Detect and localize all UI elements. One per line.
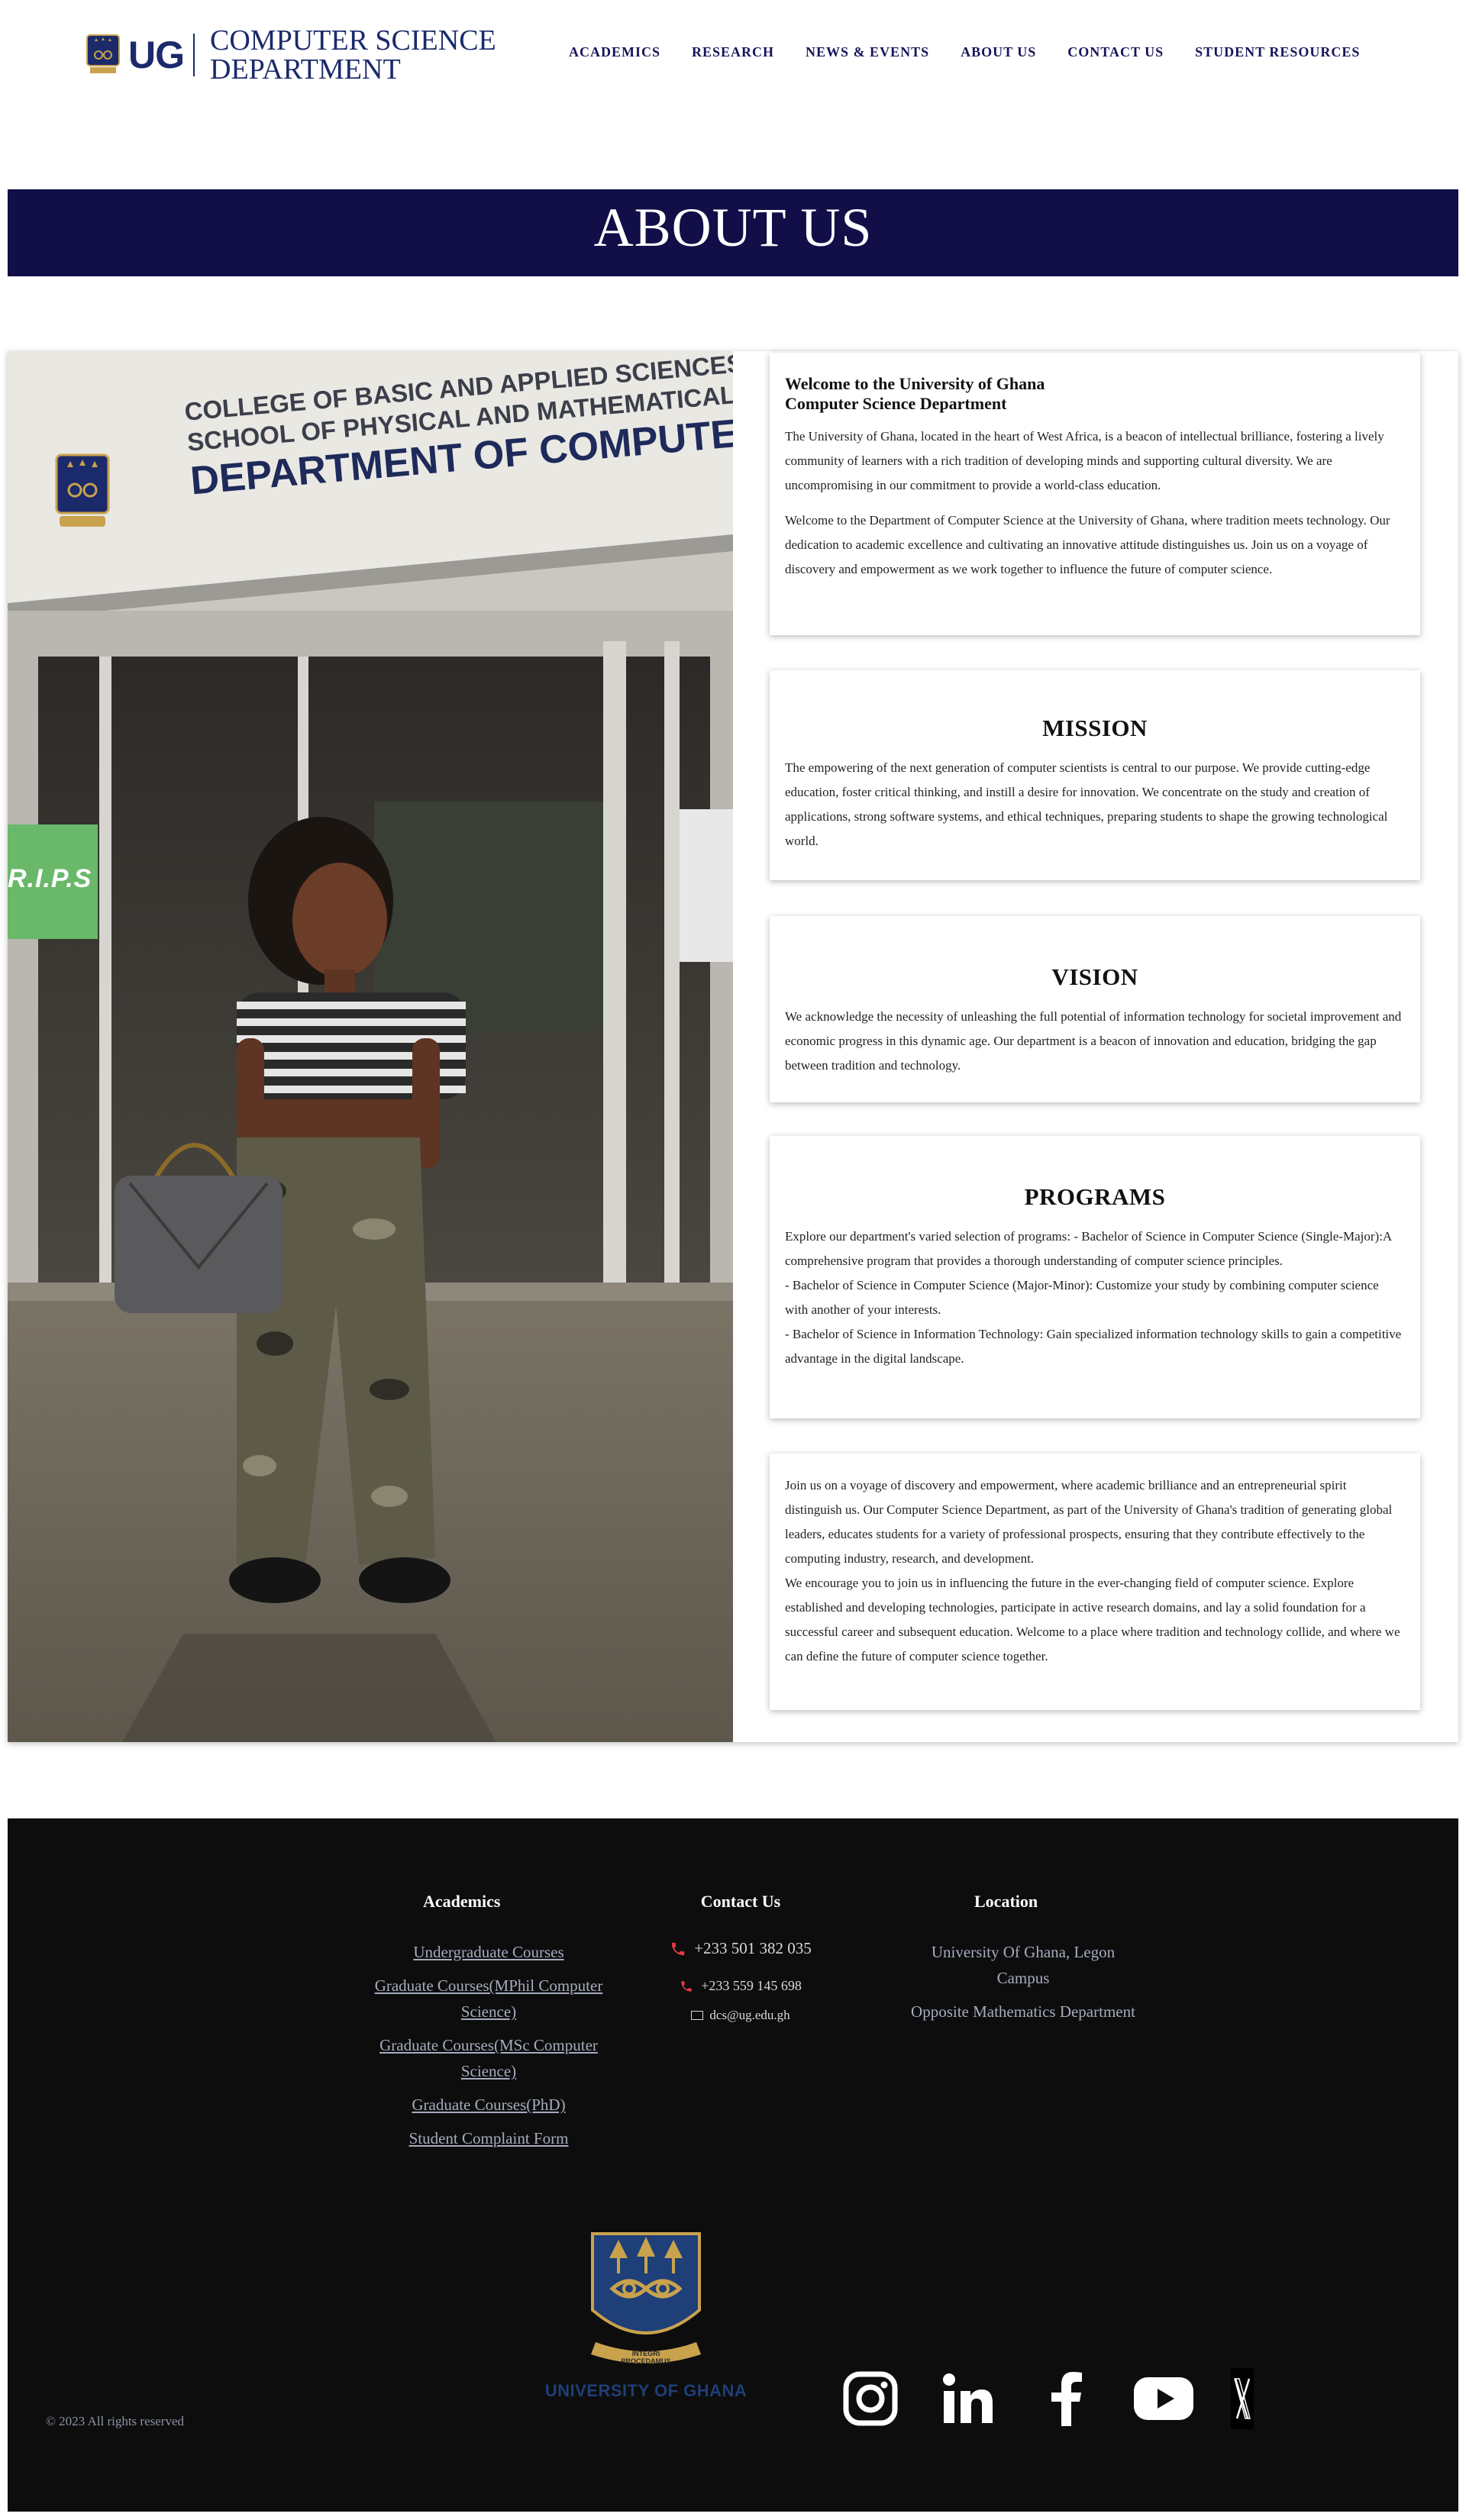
footer-phone-1[interactable]: +233 501 382 035 <box>649 1939 832 1958</box>
footer-email-address: dcs@ug.edu.gh <box>709 2008 790 2022</box>
footer-email[interactable]: dcs@ug.edu.gh <box>649 2008 832 2023</box>
footer-phone-1-number: +233 501 382 035 <box>694 1939 812 1957</box>
programs-title: PROGRAMS <box>1024 1183 1166 1210</box>
page-title: ABOUT US <box>593 197 873 258</box>
ug-crest-icon <box>86 34 120 73</box>
footer-location-title: Location <box>974 1892 1038 1911</box>
department-name-line1: COMPUTER SCIENCE <box>210 24 496 56</box>
footer-location-line1: University Of Ghana, Legon Campus <box>931 1943 1116 1987</box>
instagram-icon[interactable] <box>840 2368 901 2429</box>
department-photo-illustration <box>8 351 733 1742</box>
logo-divider <box>193 34 195 76</box>
nav-news-events[interactable]: NEWS & EVENTS <box>806 44 929 60</box>
nav-about-us[interactable]: ABOUT US <box>961 44 1036 60</box>
site-footer: Academics Undergraduate Courses Graduate… <box>8 1818 1458 2512</box>
closing-card: Join us on a voyage of discovery and emp… <box>770 1454 1420 1710</box>
footer-link-complaint-form[interactable]: Student Complaint Form <box>374 2125 603 2151</box>
footer-link-msc[interactable]: Graduate Courses(MSc Computer Science) <box>374 2032 603 2084</box>
department-name: COMPUTER SCIENCE DEPARTMENT <box>210 26 496 84</box>
phone-icon <box>671 1942 685 1955</box>
mission-text: The empowering of the next generation of… <box>785 760 1388 848</box>
x-icon[interactable] <box>1231 2368 1254 2429</box>
intro-paragraph-1: The University of Ghana, located in the … <box>785 429 1384 492</box>
mail-icon <box>691 2011 704 2020</box>
logo-ug-text: UG <box>128 34 185 76</box>
intro-heading-line2: Computer Science Department <box>785 394 1007 413</box>
footer-phone-2-number: +233 559 145 698 <box>701 1978 802 1993</box>
programs-line-1: Explore our department's varied selectio… <box>785 1229 1392 1268</box>
department-name-line2: DEPARTMENT <box>210 53 401 86</box>
main-nav: ACADEMICS RESEARCH NEWS & EVENTS ABOUT U… <box>569 44 1391 60</box>
footer-contact: Contact Us +233 501 382 035 +233 559 145… <box>649 1892 832 2043</box>
footer-link-undergraduate[interactable]: Undergraduate Courses <box>374 1939 603 1965</box>
nav-student-resources[interactable]: STUDENT RESOURCES <box>1195 44 1360 60</box>
closing-paragraph-2: We encourage you to join us in influenci… <box>785 1576 1400 1663</box>
programs-line-3: - Bachelor of Science in Information Tec… <box>785 1327 1402 1366</box>
sign-crest-icon <box>55 453 110 527</box>
footer-link-phd[interactable]: Graduate Courses(PhD) <box>374 2092 603 2118</box>
intro-paragraph-2: Welcome to the Department of Computer Sc… <box>785 513 1390 576</box>
about-banner: ABOUT US <box>8 189 1458 276</box>
footer-academics-title: Academics <box>423 1892 501 1911</box>
nav-contact-us[interactable]: CONTACT US <box>1067 44 1164 60</box>
about-content: COLLEGE OF BASIC AND APPLIED SCIENCES SC… <box>8 351 1458 1742</box>
programs-line-2: - Bachelor of Science in Computer Scienc… <box>785 1278 1379 1317</box>
intro-card: Welcome to the University of Ghana Compu… <box>770 353 1420 635</box>
vision-card: VISION We acknowledge the necessity of u… <box>770 916 1420 1102</box>
programs-card: PROGRAMS Explore our department's varied… <box>770 1136 1420 1418</box>
footer-location-line2: Opposite Mathematics Department <box>911 2002 1135 2021</box>
department-photo: COLLEGE OF BASIC AND APPLIED SCIENCES SC… <box>8 351 733 1742</box>
facebook-icon[interactable] <box>1035 2368 1096 2429</box>
site-header: UG COMPUTER SCIENCE DEPARTMENT ACADEMICS… <box>0 0 1466 107</box>
footer-phone-2[interactable]: +233 559 145 698 <box>649 1978 832 1994</box>
footer-location: Location University Of Ghana, Legon Camp… <box>909 1892 1138 2032</box>
linkedin-icon[interactable] <box>938 2368 999 2429</box>
copyright-text: © 2023 All rights reserved <box>46 2414 184 2428</box>
youtube-icon[interactable] <box>1133 2368 1194 2429</box>
footer-link-mphil[interactable]: Graduate Courses(MPhil Computer Science) <box>374 1973 603 2025</box>
nav-research[interactable]: RESEARCH <box>692 44 774 60</box>
rips-sign: R.I.P.S <box>8 864 92 893</box>
university-name: UNIVERSITY OF GHANA <box>544 2381 748 2400</box>
vision-title: VISION <box>1051 963 1138 990</box>
closing-paragraph-1: Join us on a voyage of discovery and emp… <box>785 1478 1393 1566</box>
mission-card: MISSION The empowering of the next gener… <box>770 670 1420 880</box>
site-logo[interactable]: UG COMPUTER SCIENCE DEPARTMENT <box>86 26 496 84</box>
vision-text: We acknowledge the necessity of unleashi… <box>785 1009 1402 1073</box>
footer-contact-title: Contact Us <box>700 1892 781 1911</box>
intro-heading-line1: Welcome to the University of Ghana <box>785 374 1045 393</box>
nav-academics[interactable]: ACADEMICS <box>569 44 660 60</box>
social-links <box>840 2368 1254 2429</box>
mission-title: MISSION <box>1042 715 1148 741</box>
crest-motto: INTEGRI PROCEDAMUS <box>621 2350 671 2365</box>
footer-academics: Academics Undergraduate Courses Graduate… <box>374 1892 603 2159</box>
phone-icon <box>681 1980 692 1992</box>
